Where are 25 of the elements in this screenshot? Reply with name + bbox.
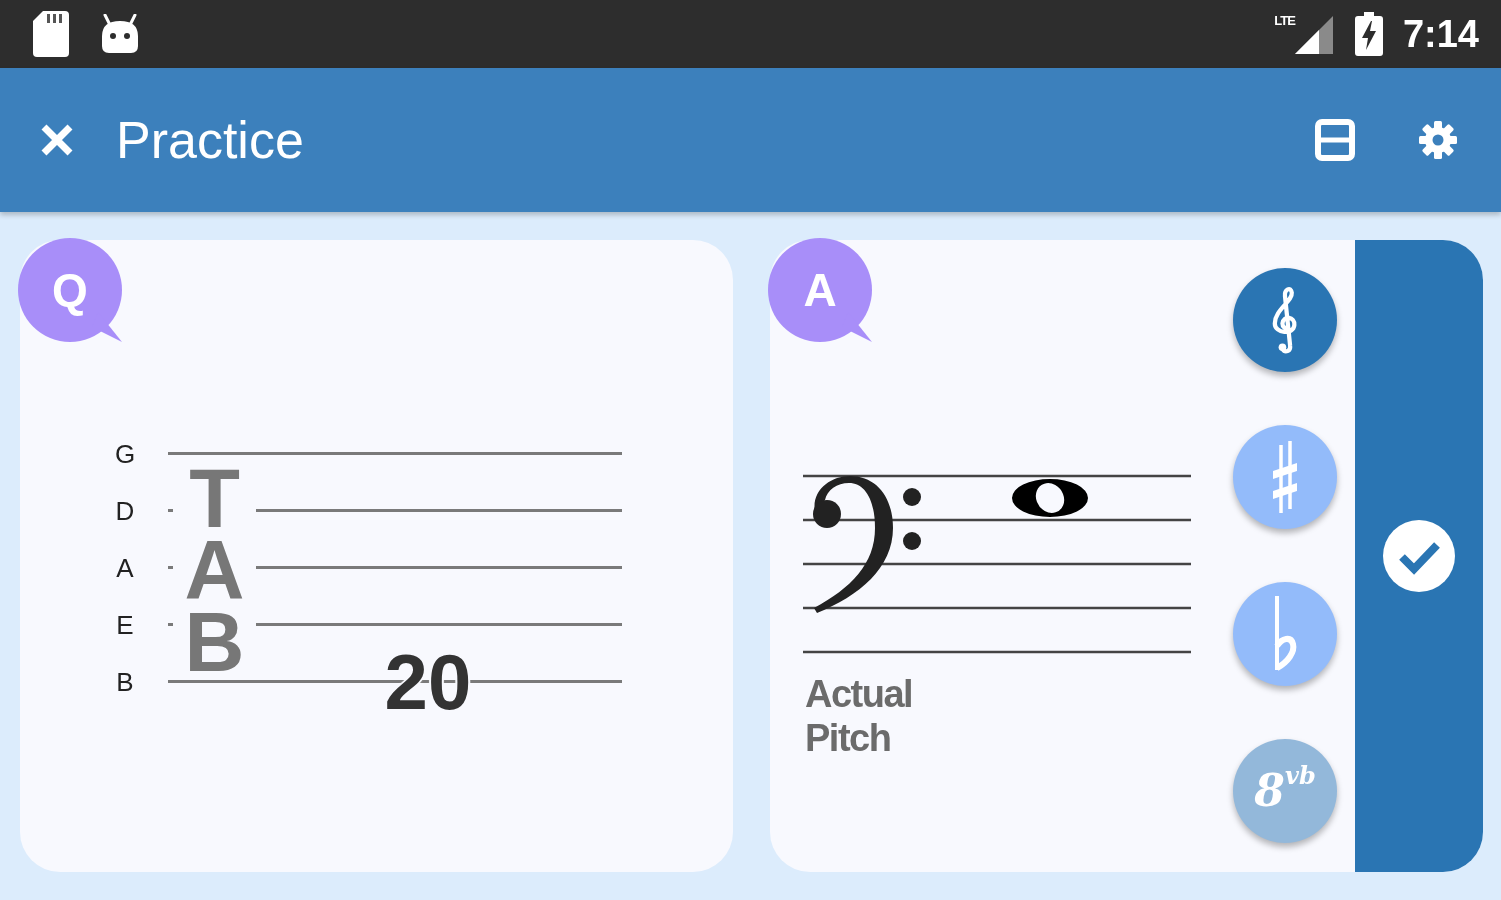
settings-icon <box>1418 120 1458 160</box>
sd-card-icon <box>33 11 69 57</box>
flat-icon <box>1272 594 1298 674</box>
question-badge: Q <box>18 238 122 342</box>
string-label: B <box>115 668 135 695</box>
clock-time: 7:14 <box>1402 15 1479 53</box>
submit-button[interactable] <box>1355 240 1483 872</box>
check-circle-icon <box>1383 520 1455 592</box>
settings-button[interactable] <box>1418 120 1458 160</box>
string-label: A <box>115 554 135 581</box>
network-type-label: LTE <box>1274 14 1295 27</box>
layout-button[interactable] <box>1315 119 1355 161</box>
split-square-icon <box>1315 119 1355 161</box>
answer-badge: A <box>768 238 872 342</box>
signal-icon <box>1294 14 1333 54</box>
battery-charging-icon <box>1354 12 1383 56</box>
close-icon <box>40 123 74 157</box>
string-label: E <box>115 611 135 638</box>
pitch-mode-label: Actual Pitch <box>805 672 913 760</box>
string-label: G <box>113 440 137 467</box>
close-button[interactable] <box>40 123 74 157</box>
string-label: D <box>114 497 136 524</box>
treble-clef-button[interactable] <box>1233 268 1337 372</box>
app-title: Practice <box>116 114 304 166</box>
robot-head-icon <box>101 14 139 54</box>
